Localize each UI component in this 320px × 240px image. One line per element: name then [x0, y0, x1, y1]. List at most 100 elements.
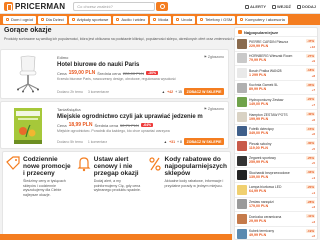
search-input[interactable]: Co chcesz znaleźć?: [73, 2, 156, 11]
sidebar-item-price: 259,99 PLN: [249, 160, 269, 165]
sidebar-item-price: 49,99 PLN: [249, 233, 267, 238]
sidebar-item[interactable]: HORNBERG Wieszak Room 79,99 PLN -27% +9: [235, 52, 317, 67]
discount-badge: -30%: [145, 71, 159, 75]
logo[interactable]: PRICERMAN: [4, 2, 65, 11]
sidebar-item[interactable]: Kuchnia Garnek 5L 89,99 PLN -35% +7: [235, 81, 317, 96]
product-image[interactable]: [5, 54, 51, 94]
alerts-link[interactable]: ALERTY: [244, 4, 266, 9]
plus-icon: [296, 4, 301, 9]
sidebar-item-image[interactable]: [237, 199, 247, 210]
feature-alerts: Ustaw alert cenowy i nie przegap okazji …: [74, 152, 145, 239]
sidebar-item-image[interactable]: [237, 213, 247, 224]
deal-title[interactable]: Hotel biurowe do nauki Paris: [57, 62, 139, 68]
sidebar-item-price: 229,99 PLN: [249, 43, 269, 48]
sidebar-item-image[interactable]: [237, 38, 247, 49]
deal-description: Miejskie ogrodnictwo. Poradnik dla każde…: [57, 129, 170, 133]
vote-score: +42: [167, 90, 174, 94]
sidebar-item[interactable]: Plecak szkolny 119,00 PLN -30% +5: [235, 139, 317, 154]
sidebar-item-votes: +7: [311, 88, 315, 93]
feature-promotions: Codziennie nowe promocje i przeceny Śled…: [3, 152, 74, 239]
old-price-label: Średnia cena: [97, 70, 121, 76]
deal-description: Krzesło biurowe Paris, nowoczesny design…: [57, 77, 176, 81]
sidebar-item-price: 119,00 PLN: [249, 145, 268, 150]
category-kids[interactable]: Dla Dzieci: [37, 15, 67, 24]
category-sport[interactable]: Artykuły sportowe: [68, 15, 112, 24]
search-icon[interactable]: [156, 2, 169, 11]
add-link[interactable]: DODAJ: [296, 4, 316, 9]
fire-icon: [238, 30, 242, 34]
sidebar-item-image[interactable]: [237, 53, 247, 64]
thumb-up-icon[interactable]: ▲: [164, 140, 167, 144]
category-home[interactable]: Dom i ogród: [3, 15, 36, 24]
category-phones[interactable]: Telefony i GSM: [197, 15, 236, 24]
deal-brand[interactable]: Edimo: [57, 55, 68, 60]
discount-badge: -64%: [140, 123, 154, 127]
report-link[interactable]: ⚑ Zgłoszono: [204, 107, 224, 111]
deal-price: 159,00 PLN: [68, 70, 96, 76]
sidebar-list: PIERRE CARDIN Płaszcz 229,99 PLN -47% +12 HO…: [235, 37, 317, 239]
sidebar-item-votes: +3: [311, 219, 315, 224]
sidebar-item[interactable]: PIERRE CARDIN Płaszcz 229,99 PLN -47% +12: [235, 37, 317, 52]
sidebar-item-discount: -15%: [305, 126, 315, 131]
sidebar-item-price: 1 299 PLN: [249, 72, 267, 77]
vote-score: +31: [169, 140, 176, 144]
vote-box[interactable]: ▲ +31 + 8: [164, 140, 182, 144]
flag-icon: ⚑: [203, 107, 207, 111]
sidebar-item-votes: +5: [311, 161, 315, 166]
sidebar-item[interactable]: Doniczka ceramiczna 29,99 PLN -41% +3: [235, 212, 317, 227]
sidebar-item-votes: +6: [311, 132, 315, 137]
login-link[interactable]: WEJDŹ: [271, 4, 291, 9]
sidebar-item-image[interactable]: [237, 228, 247, 239]
category-fashion[interactable]: Moda: [150, 15, 172, 24]
sidebar-item[interactable]: Zegarek sportowy 259,99 PLN -25% +5: [235, 154, 317, 169]
deal-card[interactable]: Edimo Hotel biurowe do nauki Paris Cena …: [0, 49, 229, 99]
deal-card[interactable]: TaniaKsiążka Miejskie ogrodnictwo czyli …: [0, 101, 229, 149]
sidebar-item-image[interactable]: [237, 155, 247, 166]
sidebar-item-image[interactable]: [237, 140, 247, 151]
deal-old-price: 52,71 PLN: [120, 122, 139, 128]
sidebar-item[interactable]: Zestaw narzędzi 179,00 PLN -28% +3: [235, 198, 317, 213]
sidebar-item-votes: +5: [311, 146, 315, 151]
sidebar-item-image[interactable]: [237, 67, 247, 78]
price-prefix: Cena: [57, 122, 67, 128]
category-beauty[interactable]: Uroda: [173, 15, 196, 24]
beauty-icon: [176, 18, 180, 21]
sidebar-item-votes: +4: [311, 175, 315, 180]
vote-count: + 15: [175, 90, 182, 94]
deal-brand[interactable]: TaniaKsiążka: [57, 107, 81, 112]
feature-text: Codziennie nowe promocje i przeceny Śled…: [23, 156, 71, 235]
go-to-shop-button[interactable]: ZOBACZ W SKLEPIE: [184, 88, 224, 95]
sidebar-item[interactable]: Bosch Pralka WAN28 1 299 PLN -18% +8: [235, 66, 317, 81]
feature-text: Kody rabatowe do najpopularniejszych skl…: [165, 156, 228, 235]
sidebar-item-image[interactable]: [237, 170, 247, 181]
sidebar-item[interactable]: Fotelik dziecięcy 349,00 PLN -15% +6: [235, 125, 317, 140]
report-link[interactable]: ⚑ Zgłoszono: [204, 55, 224, 59]
sidebar-item-image[interactable]: [237, 184, 247, 195]
deal-comments[interactable]: 1 komentarz: [88, 140, 107, 144]
sidebar-item[interactable]: Kubek termiczny 49,99 PLN -19% +2: [235, 227, 317, 239]
sidebar-item[interactable]: Słuchawki bezprzewodowe 139,00 PLN -33% +4: [235, 168, 317, 183]
sidebar-item-image[interactable]: [237, 126, 247, 137]
sidebar-item-image[interactable]: [237, 82, 247, 93]
deal-time: Dodano 5h temu: [57, 140, 83, 144]
sidebar-item-votes: +12: [309, 44, 315, 49]
tag-icon: [6, 156, 20, 170]
sidebar-item[interactable]: Hydroponiczny Zestaw 149,00 PLN -22% +7: [235, 95, 317, 110]
vote-box[interactable]: ▲ +42 + 15: [162, 90, 182, 94]
sidebar-item-price: 89,99 PLN: [249, 87, 267, 92]
feature-description: Dodaj alert, a my poinformujemy Cię, gdy…: [93, 179, 141, 193]
product-image[interactable]: [5, 106, 51, 146]
category-computers[interactable]: Komputery i akcesoria: [237, 15, 288, 24]
sidebar-item-votes: +3: [311, 205, 315, 210]
deal-comments[interactable]: 3 komentarze: [88, 90, 109, 94]
category-audio[interactable]: Audio i wideo: [113, 15, 149, 24]
feature-description: Śledzimy ceny w tysiącach sklepów i codz…: [23, 179, 66, 197]
sidebar-item-image[interactable]: [237, 97, 247, 108]
sidebar-item[interactable]: Lampa biurkowa LED 64,99 PLN -20% +4: [235, 183, 317, 198]
go-to-shop-button[interactable]: ZOBACZ W SKLEPIE: [184, 138, 224, 145]
sidebar-item-image[interactable]: [237, 111, 247, 122]
thumb-up-icon[interactable]: ▲: [162, 90, 165, 94]
book-icon: [14, 108, 42, 144]
deal-title[interactable]: Miejskie ogrodnictwo czyli jak uprawiać …: [57, 114, 203, 120]
sidebar-item[interactable]: Hampton ZESTAW POTS 199,99 PLN -40% +6: [235, 110, 317, 125]
